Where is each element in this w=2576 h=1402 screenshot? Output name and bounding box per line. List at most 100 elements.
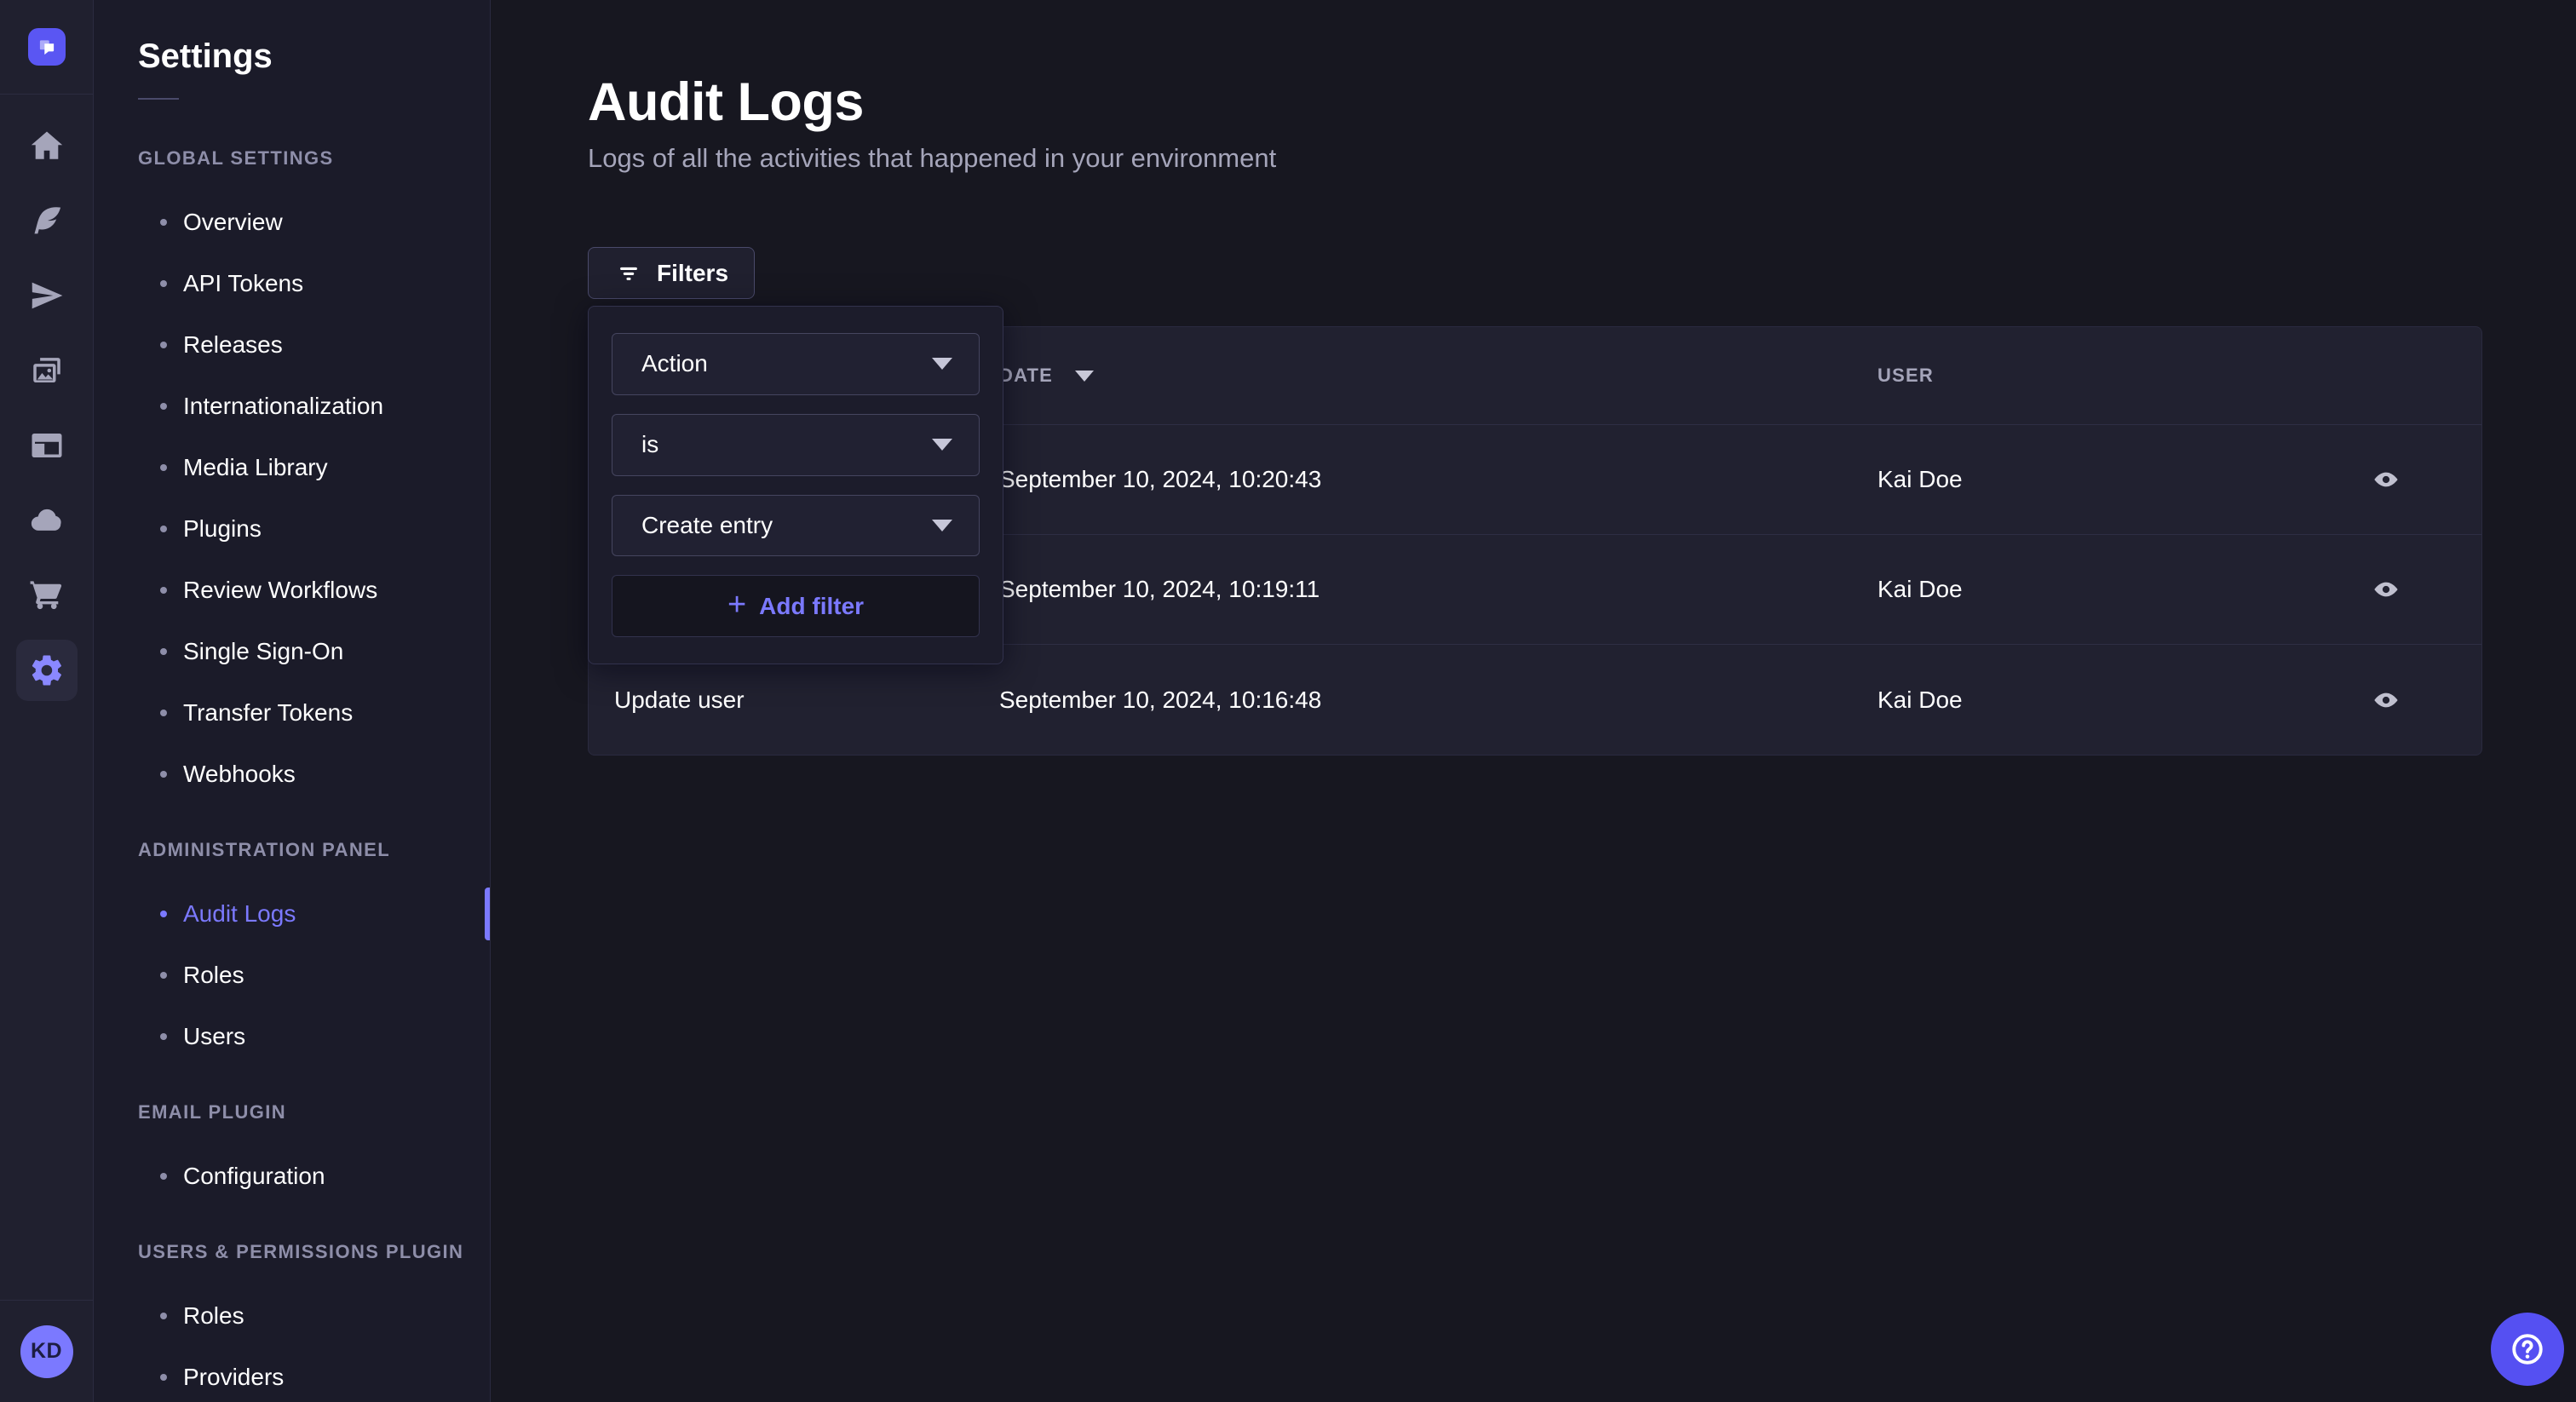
bullet-icon — [160, 911, 167, 917]
section-email-plugin: EMAIL PLUGIN Configuration — [94, 1101, 490, 1207]
filters-button[interactable]: Filters — [588, 247, 755, 299]
main-nav-rail: KD — [0, 0, 94, 1402]
rail-icon-list — [0, 95, 93, 708]
settings-sidebar: Settings GLOBAL SETTINGS Overview API To… — [94, 0, 491, 1402]
eye-icon — [2368, 687, 2404, 713]
sidebar-title-divider — [138, 98, 179, 100]
rail-footer: KD — [0, 1300, 93, 1402]
section-administration-panel: ADMINISTRATION PANEL Audit Logs Roles Us… — [94, 839, 490, 1067]
cell-user: Kai Doe — [1877, 466, 1963, 493]
filters-popover: Action is Create entry + Add filter — [588, 306, 1003, 664]
chevron-down-icon — [932, 520, 952, 531]
bullet-icon — [160, 219, 167, 226]
filter-value-select[interactable]: Create entry — [612, 495, 980, 557]
view-details-button[interactable] — [2364, 571, 2408, 608]
filter-field-value: Action — [641, 350, 708, 377]
bullet-icon — [160, 342, 167, 348]
sidebar-item-label: API Tokens — [183, 270, 303, 297]
bullet-icon — [160, 648, 167, 655]
help-button[interactable] — [2491, 1313, 2564, 1386]
cell-date: September 10, 2024, 10:16:48 — [999, 687, 1321, 714]
sidebar-item-webhooks[interactable]: Webhooks — [94, 744, 490, 805]
section-label: ADMINISTRATION PANEL — [138, 839, 490, 861]
filter-operator-value: is — [641, 431, 658, 458]
sidebar-item-label: Review Workflows — [183, 577, 377, 604]
view-details-button[interactable] — [2364, 681, 2408, 719]
view-details-button[interactable] — [2364, 461, 2408, 498]
sidebar-item-review-workflows[interactable]: Review Workflows — [94, 560, 490, 621]
bullet-icon — [160, 280, 167, 287]
sidebar-item-label: Single Sign-On — [183, 638, 343, 665]
logo-area — [0, 0, 93, 95]
sidebar-item-admin-roles[interactable]: Roles — [94, 945, 490, 1006]
sidebar-item-single-sign-on[interactable]: Single Sign-On — [94, 621, 490, 682]
cell-action: Update user — [614, 687, 745, 714]
bullet-icon — [160, 1374, 167, 1381]
column-header-date[interactable]: DATE — [999, 365, 1094, 387]
sidebar-item-email-configuration[interactable]: Configuration — [94, 1146, 490, 1207]
nav-content-type-builder-button[interactable] — [0, 183, 94, 258]
plus-icon: + — [727, 589, 746, 621]
nav-home-button[interactable] — [0, 108, 94, 183]
sidebar-item-label: Media Library — [183, 454, 328, 481]
sidebar-item-label: Releases — [183, 331, 283, 359]
feather-pen-icon — [29, 203, 65, 238]
nav-deploy-button[interactable] — [0, 258, 94, 333]
strapi-logo[interactable] — [28, 28, 66, 66]
sidebar-item-internationalization[interactable]: Internationalization — [94, 376, 490, 437]
sidebar-item-transfer-tokens[interactable]: Transfer Tokens — [94, 682, 490, 744]
bullet-icon — [160, 526, 167, 532]
sidebar-item-label: Users — [183, 1023, 245, 1050]
nav-marketplace-button[interactable] — [0, 558, 94, 633]
add-filter-button[interactable]: + Add filter — [612, 575, 980, 637]
bullet-icon — [160, 403, 167, 410]
filter-operator-select[interactable]: is — [612, 414, 980, 476]
column-header-user: USER — [1877, 365, 1934, 387]
cell-date: September 10, 2024, 10:19:11 — [999, 576, 1320, 603]
sidebar-item-up-providers[interactable]: Providers — [94, 1347, 490, 1402]
strapi-logo-icon — [36, 36, 58, 58]
sidebar-item-api-tokens[interactable]: API Tokens — [94, 253, 490, 314]
chevron-down-icon — [932, 358, 952, 370]
nav-cloud-button[interactable] — [0, 483, 94, 558]
sidebar-item-label: Overview — [183, 209, 283, 236]
main-content: Audit Logs Logs of all the activities th… — [491, 0, 2576, 1402]
section-users-permissions-plugin: USERS & PERMISSIONS PLUGIN Roles Provide… — [94, 1241, 490, 1402]
sidebar-item-releases[interactable]: Releases — [94, 314, 490, 376]
filter-icon — [614, 259, 643, 288]
sidebar-item-audit-logs[interactable]: Audit Logs — [94, 883, 490, 945]
sidebar-item-up-roles[interactable]: Roles — [94, 1285, 490, 1347]
sidebar-item-overview[interactable]: Overview — [94, 192, 490, 253]
settings-active-highlight — [16, 640, 78, 701]
bullet-icon — [160, 710, 167, 716]
shopping-cart-icon — [29, 577, 65, 613]
nav-media-library-button[interactable] — [0, 333, 94, 408]
bullet-icon — [160, 972, 167, 979]
cell-date: September 10, 2024, 10:20:43 — [999, 466, 1321, 493]
sidebar-item-label: Webhooks — [183, 761, 296, 788]
nav-content-manager-button[interactable] — [0, 408, 94, 483]
gear-icon — [29, 652, 65, 688]
sidebar-item-admin-users[interactable]: Users — [94, 1006, 490, 1067]
chevron-down-icon — [932, 439, 952, 451]
layout-panel-icon — [29, 428, 65, 463]
images-icon — [29, 353, 65, 388]
date-header-label: DATE — [999, 365, 1053, 387]
sidebar-item-label: Providers — [183, 1364, 284, 1391]
sidebar-item-label: Roles — [183, 962, 244, 989]
bullet-icon — [160, 464, 167, 471]
filters-button-label: Filters — [657, 260, 728, 287]
sidebar-item-media-library[interactable]: Media Library — [94, 437, 490, 498]
eye-icon — [2368, 577, 2404, 602]
sidebar-item-label: Plugins — [183, 515, 262, 543]
sidebar-item-label: Transfer Tokens — [183, 699, 353, 727]
paper-plane-icon — [29, 278, 65, 313]
filter-value: Create entry — [641, 512, 773, 539]
home-icon — [29, 128, 65, 164]
user-avatar[interactable]: KD — [20, 1325, 73, 1378]
filter-field-select[interactable]: Action — [612, 333, 980, 395]
bullet-icon — [160, 587, 167, 594]
sidebar-item-plugins[interactable]: Plugins — [94, 498, 490, 560]
section-global-settings: GLOBAL SETTINGS Overview API Tokens Rele… — [94, 147, 490, 805]
nav-settings-button[interactable] — [0, 633, 94, 708]
